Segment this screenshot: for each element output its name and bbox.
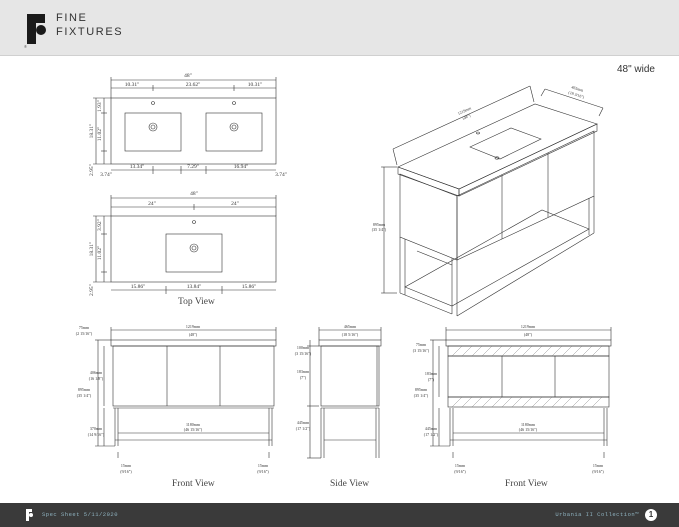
dim-f1-h-in: (35 1/4") [77,393,92,398]
isometric-view [381,85,604,317]
dim-f2-top: 75mm [416,342,427,347]
dim-td-seg3: 10.31" [248,82,263,88]
dim-ts-h-inner: 11.02" [97,246,103,260]
dim-f1-inner-in: (46 15/16") [184,427,203,432]
dim-side-mid-in: (7") [300,375,307,380]
dim-td-b1: 13.34" [130,164,145,170]
hatch-fill [451,345,603,408]
dim-td-seg1: 10.31" [125,82,140,88]
dim-f1-leg1-in: (9/16") [120,469,132,474]
dim-side-bot: 445mm [297,420,310,425]
dim-f2-leg2: 15mm [593,463,604,468]
dim-side-bot-in: (17 1/2") [296,426,311,431]
dim-td-right-edge: 3.74" [275,172,287,178]
dim-td-h-bot: 2.95" [89,164,95,176]
dim-ts-b3: 15.86" [242,284,257,290]
footer-logo-icon [26,509,33,521]
front-view-1 [95,327,277,458]
dim-ts-half2: 24" [231,201,239,207]
dim-ts-half1: 24" [148,201,156,207]
dim-f2-open: 445mm [425,426,438,431]
footer-bar: Spec Sheet 5/11/2020 Urbania II Collecti… [0,503,679,527]
dim-td-b3: 16.94" [234,164,249,170]
dim-f2-top-in: (3 15/16") [413,348,430,353]
dim-f2-open-in: (17 1/2") [424,432,439,437]
footer-spec-date: Spec Sheet 5/11/2020 [42,511,119,518]
page-number: 1 [645,509,657,521]
dim-td-seg2: 23.62" [186,82,201,88]
dim-iso-h-in: (35 1/4") [372,227,387,232]
dim-ts-h-bot: 2.95" [89,284,95,296]
dim-side-overall: 465mm [344,324,357,329]
dim-side-top: 100mm [297,345,310,350]
dim-side-top-in: (3 15/16") [295,351,312,356]
dim-f2-overall: 1219mm [521,324,536,329]
dim-f2-overall-in: (48") [524,332,533,337]
dim-f2-leg1-in: (9/16") [454,469,466,474]
dim-f2-h-in: (35 1/4") [414,393,429,398]
dim-f1-h: 895mm [78,387,91,392]
spec-sheet-page: FINE FIXTURES ® 48" wide 48" 10.31" 23.6… [0,0,679,527]
dim-td-overall: 48" [184,73,192,79]
caption-front-view-2: Front View [505,479,548,489]
caption-top-view: Top View [178,297,215,307]
dim-f1-overall: 1219mm [186,324,201,329]
dim-f2-inner-in: (46 15/16") [519,427,538,432]
dim-side-mid: 183mm [297,369,310,374]
dim-ts-h-total: 18.31" [89,242,95,257]
dim-f2-leg1: 15mm [455,463,466,468]
dim-f2-h: 895mm [415,387,428,392]
dim-f1-open-in: (14 9/16") [88,432,105,437]
dim-td-h-inner: 11.02" [97,127,103,141]
dim-td-h-total: 18.31" [89,124,95,139]
dim-f1-top: 75mm [79,325,90,330]
dim-f1-leg2-in: (9/16") [257,469,269,474]
technical-drawings: 48" 10.31" 23.62" 10.31" 13.34" 7.29" 16… [76,73,612,474]
dim-f1-leg1: 15mm [121,463,132,468]
dim-f2-leg2-in: (9/16") [592,469,604,474]
dim-f1-open: 370mm [90,426,103,431]
dim-f1-leg2: 15mm [258,463,269,468]
dim-td-b2: 7.29" [187,164,199,170]
top-view-double-sink [93,77,277,174]
caption-front-view-1: Front View [172,479,215,489]
dim-f1-top-in: (2 15/16") [76,331,93,336]
dim-f1-cab-in: (16 1/8") [89,376,104,381]
dim-f2-cab-in: (7") [428,377,435,382]
dim-ts-h-top: 3.92" [97,219,103,231]
dim-f1-cab: 406mm [90,370,103,375]
dim-td-left-edge: 3.74" [100,172,112,178]
dim-ts-b1: 15.86" [131,284,146,290]
dim-ts-b2: 13.84" [187,284,202,290]
front-view-2 [430,327,612,458]
footer-collection: Urbania II Collection™ [555,511,639,518]
dim-f1-overall-in: (48") [189,332,198,337]
dim-td-h-top: 1.93" [97,100,103,112]
side-view [307,327,382,459]
top-view-single-sink [93,195,277,294]
dim-ts-overall: 48" [190,191,198,197]
dim-side-overall-in: (18 5/16") [342,332,359,337]
caption-side-view: Side View [330,479,370,489]
dim-f2-cab: 183mm [425,371,438,376]
